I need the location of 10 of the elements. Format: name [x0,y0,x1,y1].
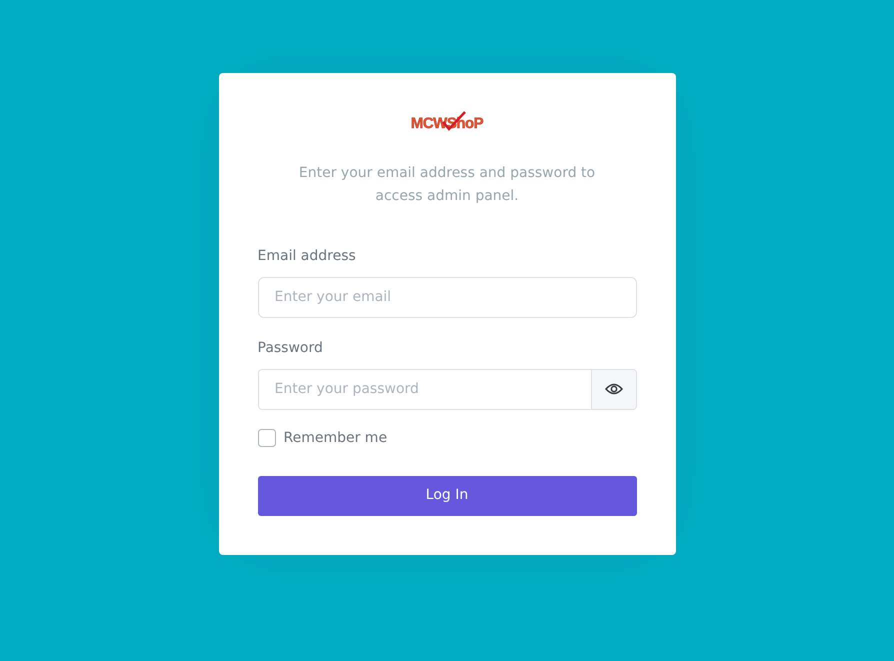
email-label: Email address [258,246,357,266]
password-field[interactable]: Enter your password [258,368,592,410]
remember-label[interactable]: Remember me [284,428,388,448]
email-field[interactable]: Enter your email [258,276,636,318]
show-password-button[interactable] [592,368,636,410]
eye-icon [604,382,623,396]
login-button[interactable]: Log In [258,476,636,516]
password-label: Password [258,338,324,358]
remember-checkbox[interactable] [258,429,276,447]
intro-text: Enter your email address and password to access admin panel. [298,164,596,206]
